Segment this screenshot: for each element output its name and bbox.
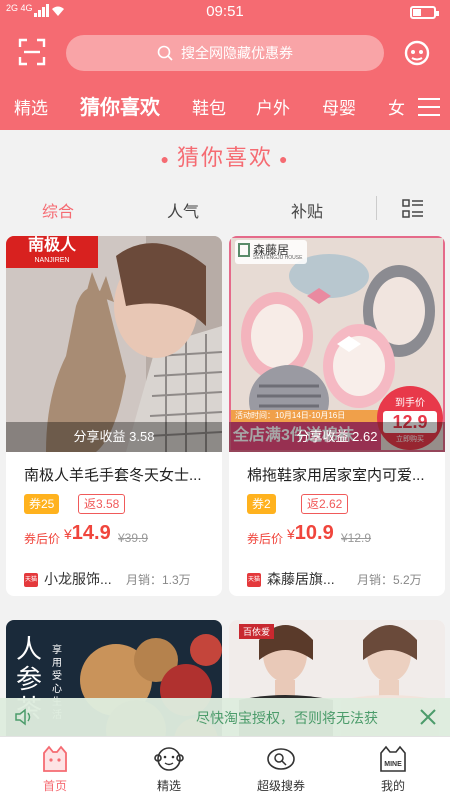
brand-logo-mark (238, 243, 250, 257)
sort-tab-comprehensive[interactable]: 综合 (42, 198, 74, 222)
final-price: ¥14.9 (64, 522, 111, 545)
brand-logo-text: 南极人 (27, 237, 76, 254)
battery-icon (410, 6, 439, 19)
tab-mine[interactable]: MINE 我的 (348, 737, 438, 800)
tab-label: 超级搜券 (256, 779, 305, 793)
bottom-tab-bar: 首页 精选 超级搜券 MINE 我的 (0, 736, 450, 800)
sort-bar: 综合 人气 补贴 (0, 190, 450, 226)
product-brand-text: 百依爱 (239, 624, 275, 639)
price-label: 券后价 (24, 532, 61, 546)
status-bar: 2G 4G 09:51 (0, 0, 450, 24)
final-price-value: 10.9 (294, 522, 334, 544)
price-badge-label: 到手价 (395, 398, 425, 409)
final-price: ¥10.9 (287, 522, 334, 545)
brand-logo: 森藤居 SENTENGJU HOUSE (235, 240, 307, 264)
tab-label: 首页 (42, 779, 67, 793)
shop-name[interactable]: 小龙服饰... (44, 569, 112, 589)
coupon-badge: 券25 (24, 494, 60, 514)
search-placeholder: 搜全网隐藏优惠券 (181, 45, 293, 61)
final-price-value: 14.9 (71, 522, 111, 544)
title-dot-left: ● (160, 151, 171, 168)
product-card[interactable]: 南极人 NANJIREN 分享收益 3.58 南极人羊毛手套冬天女士... 券2… (6, 236, 222, 596)
sort-tab-subsidy[interactable]: 补贴 (291, 198, 323, 222)
product-title: 南极人羊毛手套冬天女士... (24, 467, 202, 484)
sort-divider (376, 196, 377, 220)
currency-symbol: ¥ (287, 526, 295, 542)
tab-super-coupon-search[interactable]: 超级搜券 (236, 737, 326, 800)
coupon-search-icon (267, 748, 295, 770)
tab-featured[interactable]: 精选 (124, 737, 214, 800)
tab-label: 精选 (156, 779, 181, 793)
product-title: 棉拖鞋家用居家室内可爱... (247, 467, 425, 484)
category-tab-shoes-bags[interactable]: 鞋包 (192, 94, 226, 119)
mine-icon-text: MINE (384, 761, 402, 768)
price-label: 券后价 (247, 532, 284, 546)
close-icon[interactable] (418, 707, 438, 727)
coupon-badge: 券2 (247, 494, 276, 514)
share-income: 分享收益 2.62 (229, 422, 445, 452)
scan-icon[interactable] (18, 38, 46, 66)
category-tab-outdoor[interactable]: 户外 (256, 94, 290, 119)
currency-symbol: ¥ (64, 526, 72, 542)
category-tab-guess-you-like[interactable]: 猜你喜欢 (80, 91, 160, 120)
product-image: 森藤居 SENTENGJU HOUSE 活动时间：10月14日-10月16日 全… (229, 236, 445, 452)
promo-date: 活动时间：10月14日-10月16日 (231, 410, 381, 422)
category-tab-mother-baby[interactable]: 母婴 (322, 94, 356, 119)
original-price: ¥39.9 (118, 531, 149, 545)
rebate-badge: 返2.62 (301, 494, 349, 514)
list-layout-icon[interactable] (402, 199, 424, 219)
title-dot-right: ● (279, 151, 290, 168)
sort-tab-popularity[interactable]: 人气 (167, 198, 199, 222)
section-title-text: 猜你喜欢 (176, 145, 273, 170)
search-box[interactable]: 搜全网隐藏优惠券 (66, 35, 384, 71)
monthly-sales: 月销：1.3万 (126, 573, 191, 587)
customer-service-icon[interactable] (402, 38, 432, 68)
share-income: 分享收益 3.58 (6, 422, 222, 452)
brand-logo: 南极人 NANJIREN (6, 236, 98, 268)
header: 2G 4G 09:51 搜全网隐藏优惠券 精选 猜你喜欢 鞋包 户外 母婴 女 (0, 0, 450, 130)
mine-cat-icon: MINE (380, 745, 406, 772)
tmall-icon: 天猫 (24, 573, 38, 587)
section-title: ● 猜你喜欢 ● (0, 140, 450, 172)
tmall-icon: 天猫 (247, 573, 261, 587)
monthly-sales: 月销：5.2万 (357, 573, 422, 587)
category-tab-featured[interactable]: 精选 (14, 94, 48, 119)
menu-icon[interactable] (418, 98, 440, 118)
search-icon (157, 45, 173, 61)
status-time: 09:51 (206, 3, 244, 20)
auth-notice-bar[interactable]: 尽快淘宝授权，否则将无法获 (0, 698, 450, 736)
tab-label: 我的 (380, 779, 405, 793)
product-image: 南极人 NANJIREN (6, 236, 222, 452)
shop-name[interactable]: 森藤居旗... (267, 569, 335, 589)
brand-logo-subtext: SENTENGJU HOUSE (253, 255, 303, 261)
rebate-badge: 返3.58 (78, 494, 126, 514)
brand-logo-subtext: NANJIREN (34, 257, 70, 264)
category-tab-women[interactable]: 女 (388, 94, 405, 119)
tab-home[interactable]: 首页 (10, 737, 100, 800)
gloves-model-image (6, 236, 222, 452)
category-nav: 精选 猜你喜欢 鞋包 户外 母婴 女 (0, 88, 450, 128)
speaker-icon (15, 708, 31, 726)
product-card[interactable]: 森藤居 SENTENGJU HOUSE 活动时间：10月14日-10月16日 全… (229, 236, 445, 596)
original-price: ¥12.9 (341, 531, 372, 545)
home-cat-icon (43, 745, 67, 772)
auth-notice-text: 尽快淘宝授权，否则将无法获 (196, 710, 378, 726)
monkey-face-icon (154, 747, 184, 771)
